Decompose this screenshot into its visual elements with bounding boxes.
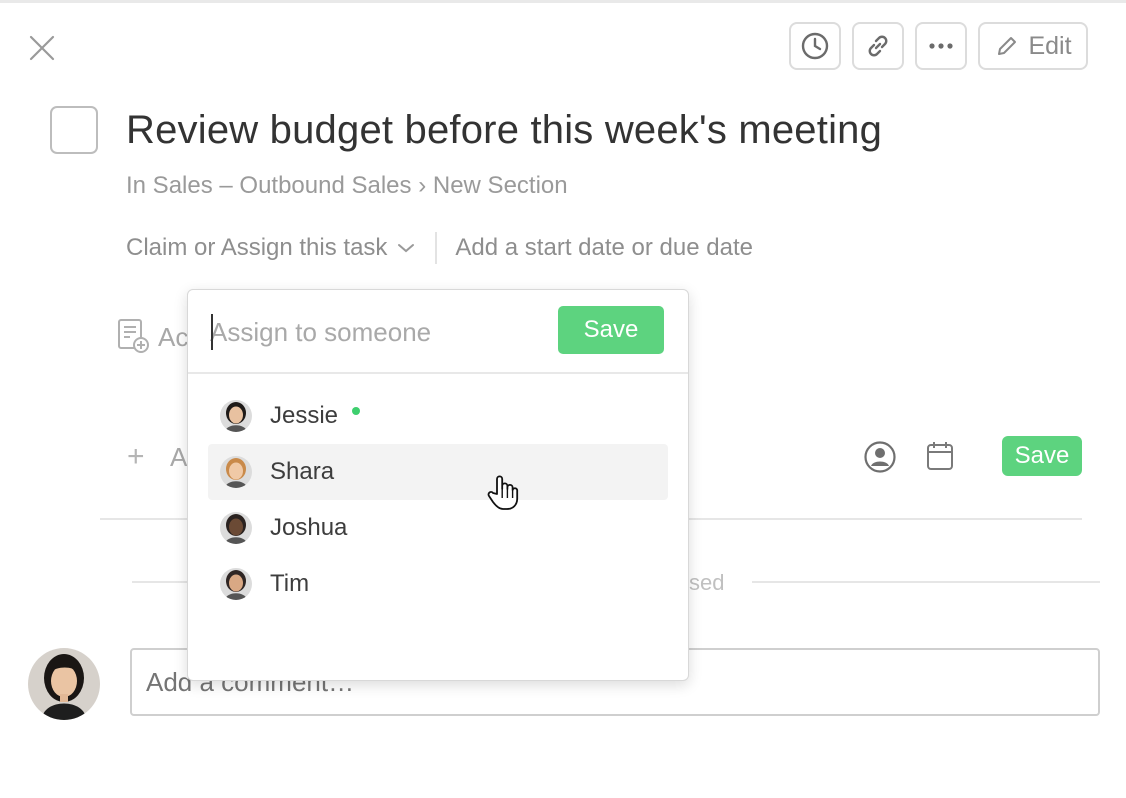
assign-dropdown: Save Jessie Shara Joshua Tim	[187, 289, 689, 681]
assignee-option-joshua[interactable]: Joshua	[208, 500, 668, 556]
collapsed-divider-left	[132, 581, 188, 583]
meta-divider	[435, 232, 438, 264]
edit-label: Edit	[1028, 31, 1072, 60]
task-complete-checkbox[interactable]	[50, 106, 98, 154]
assignee-name: Tim	[270, 570, 310, 597]
ellipsis-icon	[929, 43, 953, 49]
assignee-search-input[interactable]	[210, 310, 530, 354]
add-subtask-text[interactable]: A	[170, 442, 187, 473]
more-button[interactable]	[915, 22, 967, 70]
current-user-avatar	[28, 648, 100, 720]
breadcrumb-project[interactable]: In Sales – Outbound Sales	[126, 172, 412, 199]
avatar	[220, 512, 252, 544]
subtask-save-button[interactable]: Save	[1002, 436, 1082, 476]
assignee-name: Shara	[270, 458, 335, 485]
assignee-list: Jessie Shara Joshua Tim	[188, 374, 688, 612]
text-caret	[211, 314, 213, 350]
assign-save-button[interactable]: Save	[558, 306, 664, 354]
assignee-name: Jessie	[270, 402, 339, 429]
pencil-icon	[998, 37, 1017, 55]
close-icon	[29, 35, 55, 61]
breadcrumb-section[interactable]: New Section	[433, 172, 568, 199]
description-icon	[116, 318, 150, 359]
history-button[interactable]	[789, 22, 841, 70]
subtask-assignee-button[interactable]	[863, 440, 897, 479]
link-button[interactable]	[852, 22, 904, 70]
due-date-trigger[interactable]: Add a start date or due date	[455, 234, 753, 262]
assignee-option-jessie[interactable]: Jessie	[208, 388, 668, 444]
assignee-option-shara[interactable]: Shara	[208, 444, 668, 500]
assign-task-label: Claim or Assign this task	[126, 234, 388, 261]
top-border	[0, 0, 1126, 3]
edit-button[interactable]: Edit	[978, 22, 1088, 70]
breadcrumb-separator: ›	[418, 172, 427, 199]
plus-icon: +	[127, 440, 145, 473]
task-title[interactable]: Review budget before this week's meeting	[126, 108, 882, 153]
task-meta-row: Claim or Assign this task Add a start da…	[126, 232, 753, 264]
subtask-date-button[interactable]	[925, 440, 955, 477]
chevron-down-icon	[398, 244, 415, 253]
link-icon	[868, 35, 888, 57]
collapsed-activity-text[interactable]: sed	[689, 570, 724, 596]
user-circle-icon	[864, 441, 896, 473]
avatar	[220, 456, 252, 488]
assign-dropdown-header: Save	[188, 290, 688, 374]
close-button[interactable]	[27, 33, 57, 63]
clock-icon	[801, 32, 829, 60]
calendar-icon	[927, 442, 953, 470]
assignee-name: Joshua	[270, 514, 348, 541]
assign-task-trigger[interactable]: Claim or Assign this task	[126, 234, 415, 262]
online-status-dot	[352, 407, 361, 415]
assignee-option-tim[interactable]: Tim	[208, 556, 668, 612]
avatar	[220, 568, 252, 600]
task-toolbar: Edit	[789, 22, 1088, 70]
collapsed-divider-right	[752, 581, 1100, 583]
avatar	[220, 400, 252, 432]
add-description-text[interactable]: Ac	[158, 322, 188, 353]
breadcrumb: In Sales – Outbound Sales › New Section	[126, 172, 568, 200]
